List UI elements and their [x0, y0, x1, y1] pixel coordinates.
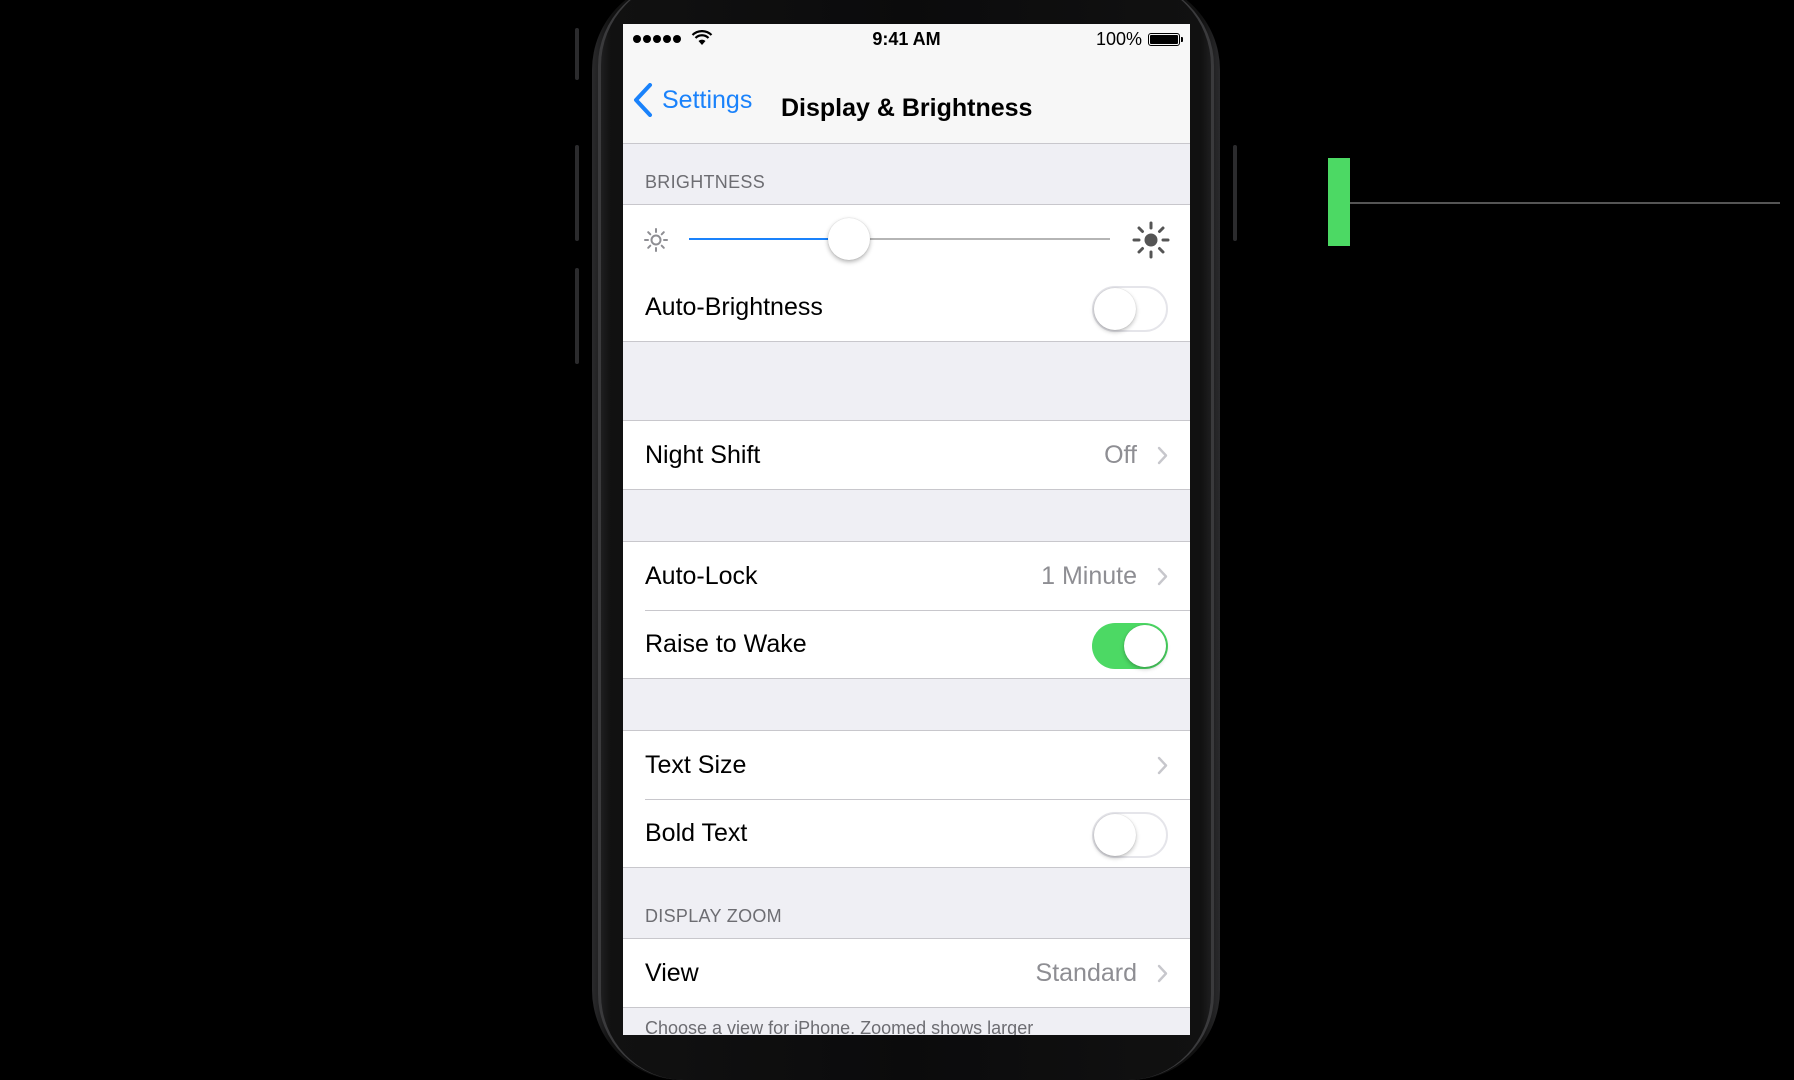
- volume-down-button: [575, 268, 579, 364]
- brightness-slider-fill: [689, 238, 849, 240]
- text-group: Text Size Bold Text: [623, 730, 1190, 868]
- status-bar: 9:41 AM 100%: [623, 24, 1190, 54]
- chevron-right-icon: [1157, 964, 1168, 983]
- brightness-slider-thumb[interactable]: [827, 218, 870, 260]
- view-row[interactable]: View Standard: [623, 939, 1190, 1007]
- display-zoom-group: View Standard: [623, 938, 1190, 1008]
- guide-line: [1350, 202, 1780, 204]
- view-label: View: [645, 959, 699, 987]
- sun-large-icon: [1132, 221, 1170, 259]
- bold-text-row: Bold Text: [623, 799, 1190, 867]
- chevron-right-icon: [1157, 756, 1168, 775]
- night-shift-label: Night Shift: [645, 441, 761, 469]
- mute-switch: [575, 28, 579, 80]
- bold-text-toggle[interactable]: [1092, 812, 1168, 858]
- brightness-group: Auto-Brightness: [623, 204, 1190, 342]
- lock-group: Auto-Lock 1 Minute Raise to Wake: [623, 541, 1190, 679]
- back-chevron-icon: [634, 83, 652, 117]
- raise-to-wake-toggle[interactable]: [1092, 623, 1168, 669]
- raise-to-wake-label: Raise to Wake: [645, 630, 807, 658]
- auto-lock-row[interactable]: Auto-Lock 1 Minute: [623, 542, 1190, 610]
- back-button-label: Settings: [662, 85, 753, 114]
- raise-to-wake-row: Raise to Wake: [623, 610, 1190, 678]
- phone-screen: 9:41 AM 100% Settings Display & Brightne…: [623, 24, 1190, 1035]
- battery-icon: [1148, 33, 1183, 46]
- night-shift-row[interactable]: Night Shift Off: [623, 421, 1190, 489]
- navigation-bar: Settings Display & Brightness: [623, 54, 1190, 144]
- night-shift-value: Off: [1104, 441, 1137, 469]
- text-size-row[interactable]: Text Size: [623, 731, 1190, 799]
- bold-text-label: Bold Text: [645, 819, 748, 847]
- sun-small-icon: [644, 228, 668, 252]
- power-button: [1233, 145, 1237, 241]
- back-button[interactable]: Settings: [633, 82, 752, 118]
- display-zoom-section-header: DISPLAY ZOOM: [645, 906, 782, 926]
- display-zoom-footer: Choose a view for iPhone. Zoomed shows l…: [645, 1018, 1034, 1035]
- auto-brightness-label: Auto-Brightness: [645, 293, 823, 321]
- auto-lock-label: Auto-Lock: [645, 562, 758, 590]
- night-shift-group: Night Shift Off: [623, 420, 1190, 490]
- battery-percentage: 100%: [1095, 29, 1142, 49]
- brightness-section-header: BRIGHTNESS: [645, 172, 766, 192]
- view-value: Standard: [1035, 959, 1137, 987]
- auto-lock-value: 1 Minute: [1041, 562, 1137, 590]
- highlight-indicator: [1328, 158, 1350, 246]
- brightness-slider[interactable]: [689, 218, 1110, 260]
- page-title: Display & Brightness: [781, 94, 1033, 122]
- auto-brightness-row: Auto-Brightness: [623, 273, 1190, 341]
- chevron-right-icon: [1157, 446, 1168, 465]
- brightness-slider-row: [623, 205, 1190, 273]
- auto-brightness-toggle[interactable]: [1092, 286, 1168, 332]
- text-size-label: Text Size: [645, 751, 747, 779]
- volume-up-button: [575, 145, 579, 241]
- chevron-right-icon: [1157, 567, 1168, 586]
